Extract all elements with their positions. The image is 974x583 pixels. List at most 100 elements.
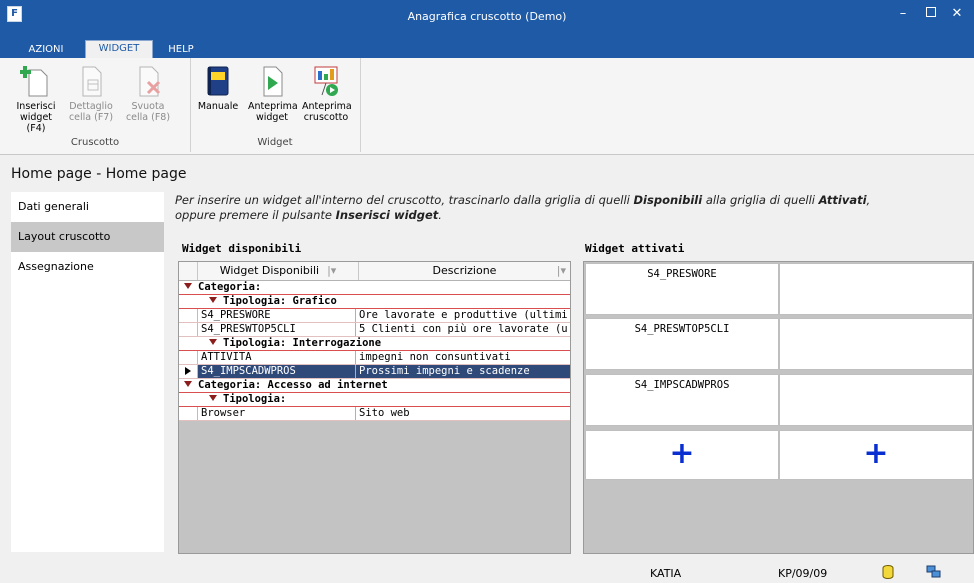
widget-slot-label: S4_PRESWTOP5CLI bbox=[634, 323, 730, 335]
type-row[interactable]: Tipologia: Interrogazione bbox=[179, 337, 570, 351]
widget-description: Ore lavorate e produttive (ultimi 6 m bbox=[359, 309, 567, 321]
filter-dropdown-icon[interactable]: |▾ bbox=[327, 264, 336, 277]
category-row[interactable]: Categoria: Accesso ad internet bbox=[179, 379, 570, 393]
available-widgets-heading: Widget disponibili bbox=[182, 242, 302, 255]
collapse-triangle-icon[interactable] bbox=[184, 381, 192, 387]
sidebar-item-dati-generali[interactable]: Dati generali bbox=[11, 192, 164, 222]
widget-name: Browser bbox=[201, 407, 356, 420]
widget-description: impegni non consuntivati bbox=[359, 351, 511, 363]
row-indicator bbox=[179, 323, 198, 336]
dashboard-preview-icon bbox=[310, 64, 342, 98]
sidebar-item-layout-cruscotto[interactable]: Layout cruscotto bbox=[11, 222, 164, 252]
plus-icon[interactable]: + bbox=[780, 435, 972, 473]
current-row-arrow-icon bbox=[185, 367, 191, 375]
row-indicator bbox=[179, 309, 198, 322]
instr-bold: Inserisci widget bbox=[335, 208, 439, 222]
button-label: Anteprima bbox=[248, 101, 298, 112]
ribbon-tabs: AZIONI WIDGET HELP bbox=[0, 32, 974, 60]
minimize-icon[interactable]: – bbox=[892, 4, 914, 24]
table-row[interactable]: Browser Sito web bbox=[179, 407, 570, 421]
instr-bold: Disponibili bbox=[633, 193, 703, 207]
collapse-triangle-icon[interactable] bbox=[209, 297, 217, 303]
button-label: widget (F4) bbox=[19, 112, 53, 134]
widget-description: Sito web bbox=[359, 407, 410, 419]
status-code: KP/09/09 bbox=[778, 567, 828, 580]
table-row[interactable]: S4_PRESWTOP5CLI 5 Clienti con più ore la… bbox=[179, 323, 570, 337]
plus-icon[interactable]: + bbox=[586, 435, 778, 473]
sidebar: Dati generali Layout cruscotto Assegnazi… bbox=[11, 192, 164, 552]
widget-slot-label: S4_IMPSCADWPROS bbox=[634, 379, 730, 391]
active-widgets-heading: Widget attivati bbox=[585, 242, 685, 255]
group-cruscotto: Inserisci widget (F4) Dettaglio cella (F… bbox=[0, 58, 191, 152]
widget-slot-label: S4_PRESWORE bbox=[647, 268, 717, 280]
page-title: Home page - Home page bbox=[11, 166, 187, 182]
widget-slot[interactable]: S4_IMPSCADWPROS bbox=[585, 374, 779, 426]
widget-slot[interactable]: S4_PRESWORE bbox=[585, 263, 779, 315]
type-label: Tipologia: Interrogazione bbox=[223, 337, 382, 349]
button-label: cella (F7) bbox=[68, 112, 114, 123]
instr-bold: Attivati bbox=[818, 193, 867, 207]
instr-text: Per inserire un widget all'interno del c… bbox=[175, 193, 634, 207]
widget-slot-empty[interactable] bbox=[779, 374, 973, 426]
close-icon[interactable]: ✕ bbox=[946, 4, 968, 24]
tab-help[interactable]: HELP bbox=[160, 42, 202, 58]
status-user: KATIA bbox=[650, 567, 682, 580]
button-label: cruscotto bbox=[303, 112, 349, 123]
manual-book-icon bbox=[202, 64, 234, 98]
category-row[interactable]: Categoria: bbox=[179, 281, 570, 295]
grid-header: Widget Disponibili |▾ Descrizione |▾ bbox=[179, 262, 570, 281]
tab-widget[interactable]: WIDGET bbox=[85, 40, 153, 60]
row-indicator bbox=[179, 365, 198, 378]
type-label: Tipologia: bbox=[223, 393, 287, 405]
widget-name: S4_PRESWTOP5CLI bbox=[201, 323, 356, 336]
button-label: widget bbox=[255, 112, 289, 123]
widget-slot-empty[interactable] bbox=[779, 318, 973, 370]
collapse-triangle-icon[interactable] bbox=[184, 283, 192, 289]
clear-cell-button[interactable]: Svuota cella (F8) bbox=[124, 64, 172, 123]
filter-dropdown-icon[interactable]: |▾ bbox=[557, 262, 566, 280]
collapse-triangle-icon[interactable] bbox=[209, 395, 217, 401]
type-label: Tipologia: Grafico bbox=[223, 295, 337, 307]
widget-name: S4_IMPSCADWPROS bbox=[201, 365, 356, 378]
widget-slot-empty[interactable] bbox=[779, 263, 973, 315]
ribbon: Inserisci widget (F4) Dettaglio cella (F… bbox=[0, 58, 974, 155]
add-widget-slot[interactable]: + bbox=[779, 430, 973, 480]
instr-text: . bbox=[438, 208, 442, 222]
button-label: Inserisci bbox=[16, 101, 56, 112]
button-label: Svuota bbox=[131, 101, 165, 112]
manual-button[interactable]: Manuale bbox=[194, 64, 242, 112]
column-header-widget[interactable]: Widget Disponibili |▾ bbox=[198, 262, 359, 280]
table-row[interactable]: ATTIVITA impegni non consuntivati bbox=[179, 351, 570, 365]
type-row[interactable]: Tipologia: bbox=[179, 393, 570, 407]
widget-slot[interactable]: S4_PRESWTOP5CLI bbox=[585, 318, 779, 370]
button-label: Manuale bbox=[197, 101, 239, 112]
group-label: Widget bbox=[257, 137, 293, 148]
row-indicator bbox=[179, 351, 198, 364]
window-title: Anagrafica cruscotto (Demo) bbox=[407, 10, 567, 23]
maximize-icon[interactable] bbox=[920, 4, 942, 24]
cell-detail-button[interactable]: Dettaglio cella (F7) bbox=[67, 64, 115, 123]
type-row[interactable]: Tipologia: Grafico bbox=[179, 295, 570, 309]
active-widgets-panel[interactable]: S4_PRESWORE S4_PRESWTOP5CLI S4_IMPSCADWP… bbox=[583, 261, 974, 554]
instructions-text: Per inserire un widget all'interno del c… bbox=[175, 193, 970, 223]
sidebar-item-assegnazione[interactable]: Assegnazione bbox=[11, 252, 164, 282]
table-row-selected[interactable]: S4_IMPSCADWPROS Prossimi impegni e scade… bbox=[179, 365, 570, 379]
instructions-line-1: Per inserire un widget all'interno del c… bbox=[175, 193, 970, 208]
instructions-line-2: oppure premere il pulsante Inserisci wid… bbox=[175, 208, 970, 223]
insert-widget-button[interactable]: Inserisci widget (F4) bbox=[12, 64, 60, 134]
button-label: cella (F8) bbox=[125, 112, 171, 123]
table-row[interactable]: S4_PRESWORE Ore lavorate e produttive (u… bbox=[179, 309, 570, 323]
page-detail-icon bbox=[75, 64, 107, 98]
column-header-descrizione[interactable]: Descrizione |▾ bbox=[359, 262, 570, 280]
preview-dashboard-button[interactable]: Anteprima cruscotto bbox=[302, 64, 352, 123]
instr-text: , bbox=[866, 193, 871, 207]
widget-name: ATTIVITA bbox=[201, 351, 356, 364]
clear-page-icon bbox=[132, 64, 164, 98]
available-widgets-grid[interactable]: Widget Disponibili |▾ Descrizione |▾ Categ… bbox=[178, 261, 571, 554]
preview-widget-button[interactable]: Anteprima widget bbox=[248, 64, 298, 123]
tab-azioni[interactable]: AZIONI bbox=[20, 42, 72, 58]
add-widget-slot[interactable]: + bbox=[585, 430, 779, 480]
column-header-label: Widget Disponibili bbox=[219, 264, 320, 277]
instr-text: alla griglia di quelli bbox=[702, 193, 819, 207]
collapse-triangle-icon[interactable] bbox=[209, 339, 217, 345]
